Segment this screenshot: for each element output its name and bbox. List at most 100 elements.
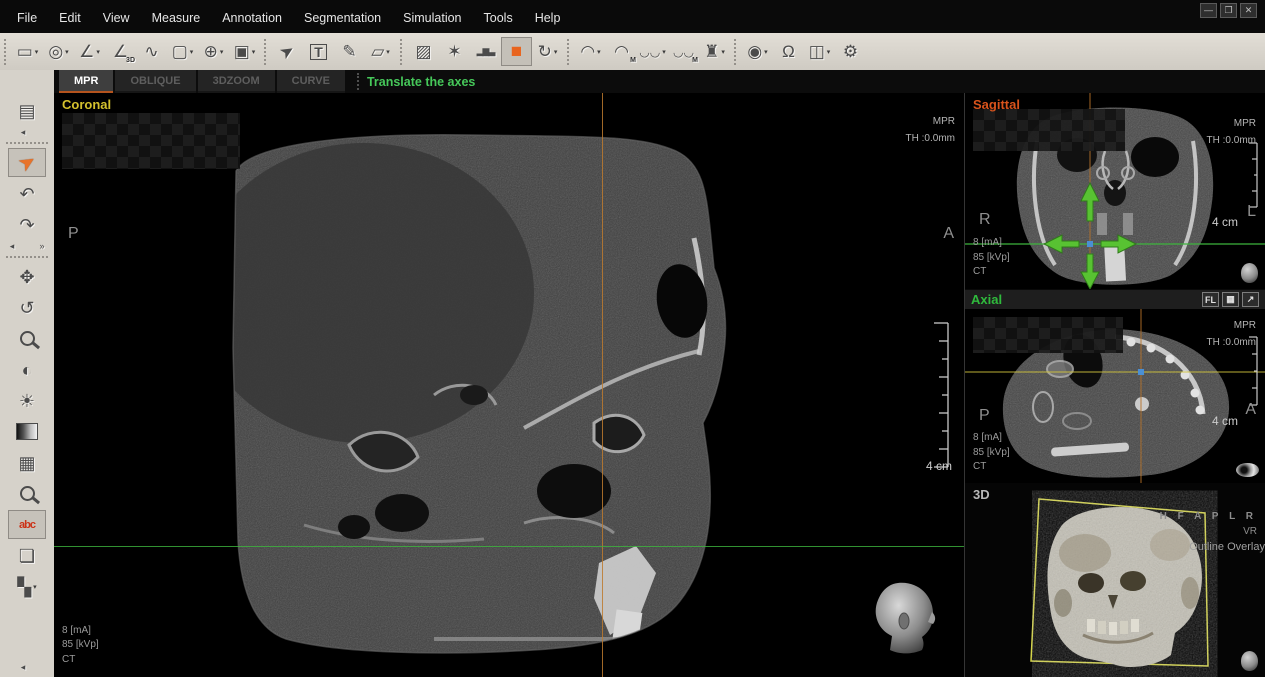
modality-label: CT	[973, 265, 1010, 280]
acquisition-info: 8 [mA] 85 [kVp] CT	[62, 624, 99, 668]
slab-thickness-button[interactable]: ▦	[8, 448, 46, 477]
expand-view-button[interactable]: ↗	[1242, 292, 1259, 307]
text-overlay-toggle-button[interactable]: abc	[8, 510, 46, 539]
expand-icon: ↗	[1247, 294, 1255, 305]
menu-simulation[interactable]: Simulation	[392, 4, 472, 33]
windowing-tool-button[interactable]	[8, 417, 46, 446]
contrast-icon: ◐	[22, 361, 33, 379]
head-orientation-icon[interactable]	[1241, 651, 1258, 671]
volume-measure-tool-button[interactable]: ▣▾	[229, 37, 260, 66]
sidebar-more-button[interactable]: »	[35, 241, 49, 252]
left-sidebar: ▤ ◂ ➤ ↶ ↷ ◂ » ✥ ↺ ◐ ☀ ▦ abc ❏	[0, 93, 54, 677]
abc-letters-icon: abc	[19, 519, 35, 531]
pointer-select-button[interactable]: ➤	[8, 148, 46, 177]
brightness-tool-button[interactable]: ☀	[8, 386, 46, 415]
grid-layout-button[interactable]: ▦	[1222, 292, 1239, 307]
chevron-down-icon: ▾	[220, 48, 224, 56]
sidebar-collapse-button[interactable]: ◂	[5, 241, 19, 252]
transform-region-tool-button[interactable]: ↻▾	[532, 37, 563, 66]
menu-help[interactable]: Help	[524, 4, 572, 33]
tab-3dzoom[interactable]: 3DZOOM	[198, 70, 275, 93]
badge-m: M	[630, 57, 636, 64]
angle-icon: ∠	[79, 43, 94, 60]
close-button[interactable]: ✕	[1240, 3, 1257, 18]
teeth-manual-tool-button[interactable]: ◡◡M	[668, 37, 699, 66]
tab-oblique[interactable]: OBLIQUE	[115, 70, 195, 93]
settings-tool-button[interactable]: ⚙	[835, 37, 866, 66]
roi-rectangle-tool-button[interactable]: ▢▾	[167, 37, 198, 66]
sagittal-view[interactable]: Sagittal MPR TH :0.0mm R L 4 cm 8 [mA] 8…	[965, 93, 1265, 289]
sphere-tool-button[interactable]: ⊕▾	[198, 37, 229, 66]
ruler-icon: ▭	[17, 43, 33, 60]
redo-button[interactable]: ↷	[8, 210, 46, 239]
coronal-view[interactable]: Coronal MPR TH :0.0mm P A 4 cm 8 [mA] 85…	[54, 93, 965, 677]
volume-3d-view[interactable]: 3D H F A P L R VR Outline Overlay	[965, 483, 1265, 677]
region-copy-tool-button[interactable]: ■	[501, 37, 532, 66]
ruler-tool-button[interactable]: ▭▾	[12, 37, 43, 66]
teeth-segmentation-tool-button[interactable]: ◡◡▾	[637, 37, 668, 66]
angle-3d-tool-button[interactable]: ∠3D	[105, 37, 136, 66]
capture-tool-button[interactable]: ◉▾	[742, 37, 773, 66]
orientation-left-label: L	[1247, 203, 1256, 221]
tape-measure-tool-button[interactable]: ◎▾	[43, 37, 74, 66]
pencil-draw-tool-button[interactable]: ✎	[334, 37, 365, 66]
scale-label: 4 cm	[1212, 414, 1238, 428]
menu-tools[interactable]: Tools	[473, 4, 524, 33]
slice-thickness-label: TH :0.0mm	[1207, 334, 1256, 351]
arch-curve-tool-button[interactable]: ◠▾	[575, 37, 606, 66]
checkerboard-icon: ▚	[17, 578, 31, 596]
axial-view[interactable]: MPR TH :0.0mm P A 4 cm 8 [mA] 85 [kVp] C…	[965, 309, 1265, 483]
acquisition-info: 8 [mA] 85 [kVp] CT	[973, 236, 1010, 280]
shapes-icon: ▱	[371, 43, 384, 60]
layout-grid-button[interactable]: ▚▾	[8, 572, 46, 601]
select-cursor-tool-button[interactable]: ➤	[272, 37, 303, 66]
pan-tool-button[interactable]: ✥	[8, 262, 46, 291]
eye-orientation-icon[interactable]	[1236, 463, 1259, 477]
menu-bar: File Edit View Measure Annotation Segmen…	[0, 0, 1265, 33]
undo-button[interactable]: ↶	[8, 179, 46, 208]
menu-edit[interactable]: Edit	[48, 4, 92, 33]
menu-annotation[interactable]: Annotation	[211, 4, 293, 33]
menu-measure[interactable]: Measure	[141, 4, 212, 33]
badge-m: M	[692, 57, 698, 64]
implant-tool-button[interactable]: ♜▾	[699, 37, 730, 66]
camera-icon: ◉	[747, 43, 762, 60]
sidebar-collapse-button[interactable]: ◂	[4, 127, 42, 138]
fl-button[interactable]: FL	[1202, 292, 1219, 307]
tabbar-separator	[357, 73, 359, 90]
coronal-crosshair-horizontal[interactable]	[54, 546, 964, 547]
menu-file[interactable]: File	[6, 4, 48, 33]
menu-segmentation[interactable]: Segmentation	[293, 4, 392, 33]
zoom-tool-button[interactable]	[8, 324, 46, 353]
menu-items: File Edit View Measure Annotation Segmen…	[0, 4, 571, 33]
zoom-region-button[interactable]	[8, 479, 46, 508]
minimize-button[interactable]: —	[1200, 3, 1217, 18]
volume-of-interest-button[interactable]: ❏	[8, 541, 46, 570]
coronal-crosshair-vertical[interactable]	[602, 93, 603, 677]
head-orientation-icon[interactable]	[1241, 263, 1258, 283]
tab-curve[interactable]: CURVE	[277, 70, 345, 93]
print-button[interactable]: ▤	[8, 96, 46, 125]
coronal-ct-image	[54, 93, 964, 677]
view-mode-label: MPR	[906, 113, 955, 130]
magic-wand-tool-button[interactable]: ✶	[439, 37, 470, 66]
restore-button[interactable]: ❐	[1220, 3, 1237, 18]
right-view-panel: Sagittal MPR TH :0.0mm R L 4 cm 8 [mA] 8…	[965, 93, 1265, 677]
ma-label: 8 [mA]	[973, 431, 1010, 446]
menu-view[interactable]: View	[92, 4, 141, 33]
patient-tool-button[interactable]: Ω	[773, 37, 804, 66]
rotate-tool-button[interactable]: ↺	[8, 293, 46, 322]
tab-mpr[interactable]: MPR	[59, 70, 113, 93]
shapes-tool-button[interactable]: ▱▾	[365, 37, 396, 66]
histogram-tool-button[interactable]: ▂▆▃	[470, 37, 501, 66]
angle-tool-button[interactable]: ∠▾	[74, 37, 105, 66]
arch-manual-tool-button[interactable]: ◠M	[606, 37, 637, 66]
profile-curve-tool-button[interactable]: ∿	[136, 37, 167, 66]
contrast-tool-button[interactable]: ◐	[8, 355, 46, 384]
toolbar-separator	[264, 39, 266, 65]
sidebar-collapse-button[interactable]: ◂	[4, 662, 42, 673]
edit-mask-tool-button[interactable]: ▨	[408, 37, 439, 66]
main-toolbar: ▭▾ ◎▾ ∠▾ ∠3D ∿ ▢▾ ⊕▾ ▣▾ ➤ T ✎ ▱▾ ▨ ✶ ▂▆▃…	[0, 33, 1265, 71]
layout-tool-button[interactable]: ◫▾	[804, 37, 835, 66]
text-annotation-tool-button[interactable]: T	[303, 37, 334, 66]
